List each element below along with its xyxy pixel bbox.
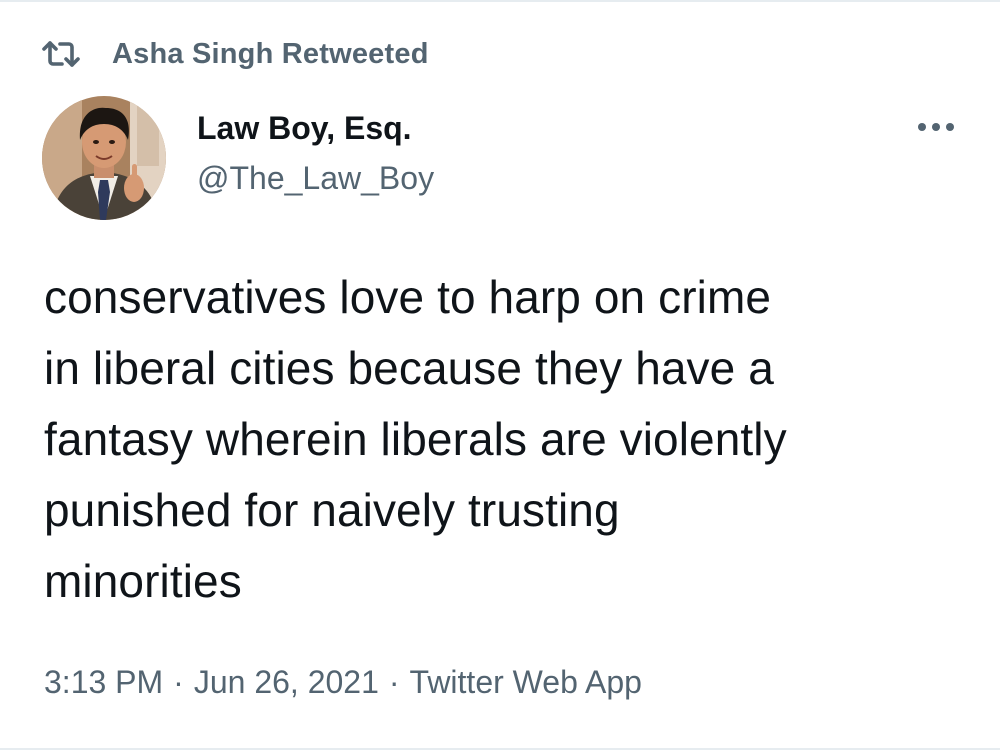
tweet-time-link[interactable]: 3:13 PM — [44, 664, 163, 700]
more-horizontal-icon-dot — [946, 123, 954, 131]
retweeted-by-link[interactable]: Asha Singh Retweeted — [112, 38, 429, 71]
author-handle[interactable]: @The_Law_Boy — [197, 156, 434, 200]
tweet-text-line: minorities — [44, 555, 242, 607]
retweet-context: Asha Singh Retweeted — [40, 34, 429, 74]
bottom-divider — [0, 748, 1000, 750]
tweet-date-link[interactable]: Jun 26, 2021 — [194, 664, 379, 700]
tweet-source-link[interactable]: Twitter Web App — [410, 664, 642, 700]
retweet-icon — [40, 39, 82, 69]
tweet-meta: 3:13 PM · Jun 26, 2021 · Twitter Web App — [44, 660, 642, 704]
more-horizontal-icon-dot — [932, 123, 940, 131]
tweet-text: conservatives love to harp on crime in l… — [44, 262, 974, 617]
meta-separator: · — [388, 664, 400, 700]
author-display-name[interactable]: Law Boy, Esq. — [197, 106, 434, 150]
more-horizontal-icon — [918, 123, 926, 131]
top-divider — [0, 0, 1000, 2]
author-block[interactable]: Law Boy, Esq. @The_Law_Boy — [197, 106, 434, 200]
tweet-text-line: in liberal cities because they have a — [44, 342, 774, 394]
meta-separator: · — [173, 664, 184, 700]
tweet-text-line: conservatives love to harp on crime — [44, 271, 772, 323]
tweet-text-line: fantasy wherein liberals are violently — [44, 413, 787, 465]
more-options-button[interactable] — [912, 112, 960, 142]
avatar[interactable] — [42, 96, 166, 220]
tweet-text-line: punished for naively trusting — [44, 484, 620, 536]
